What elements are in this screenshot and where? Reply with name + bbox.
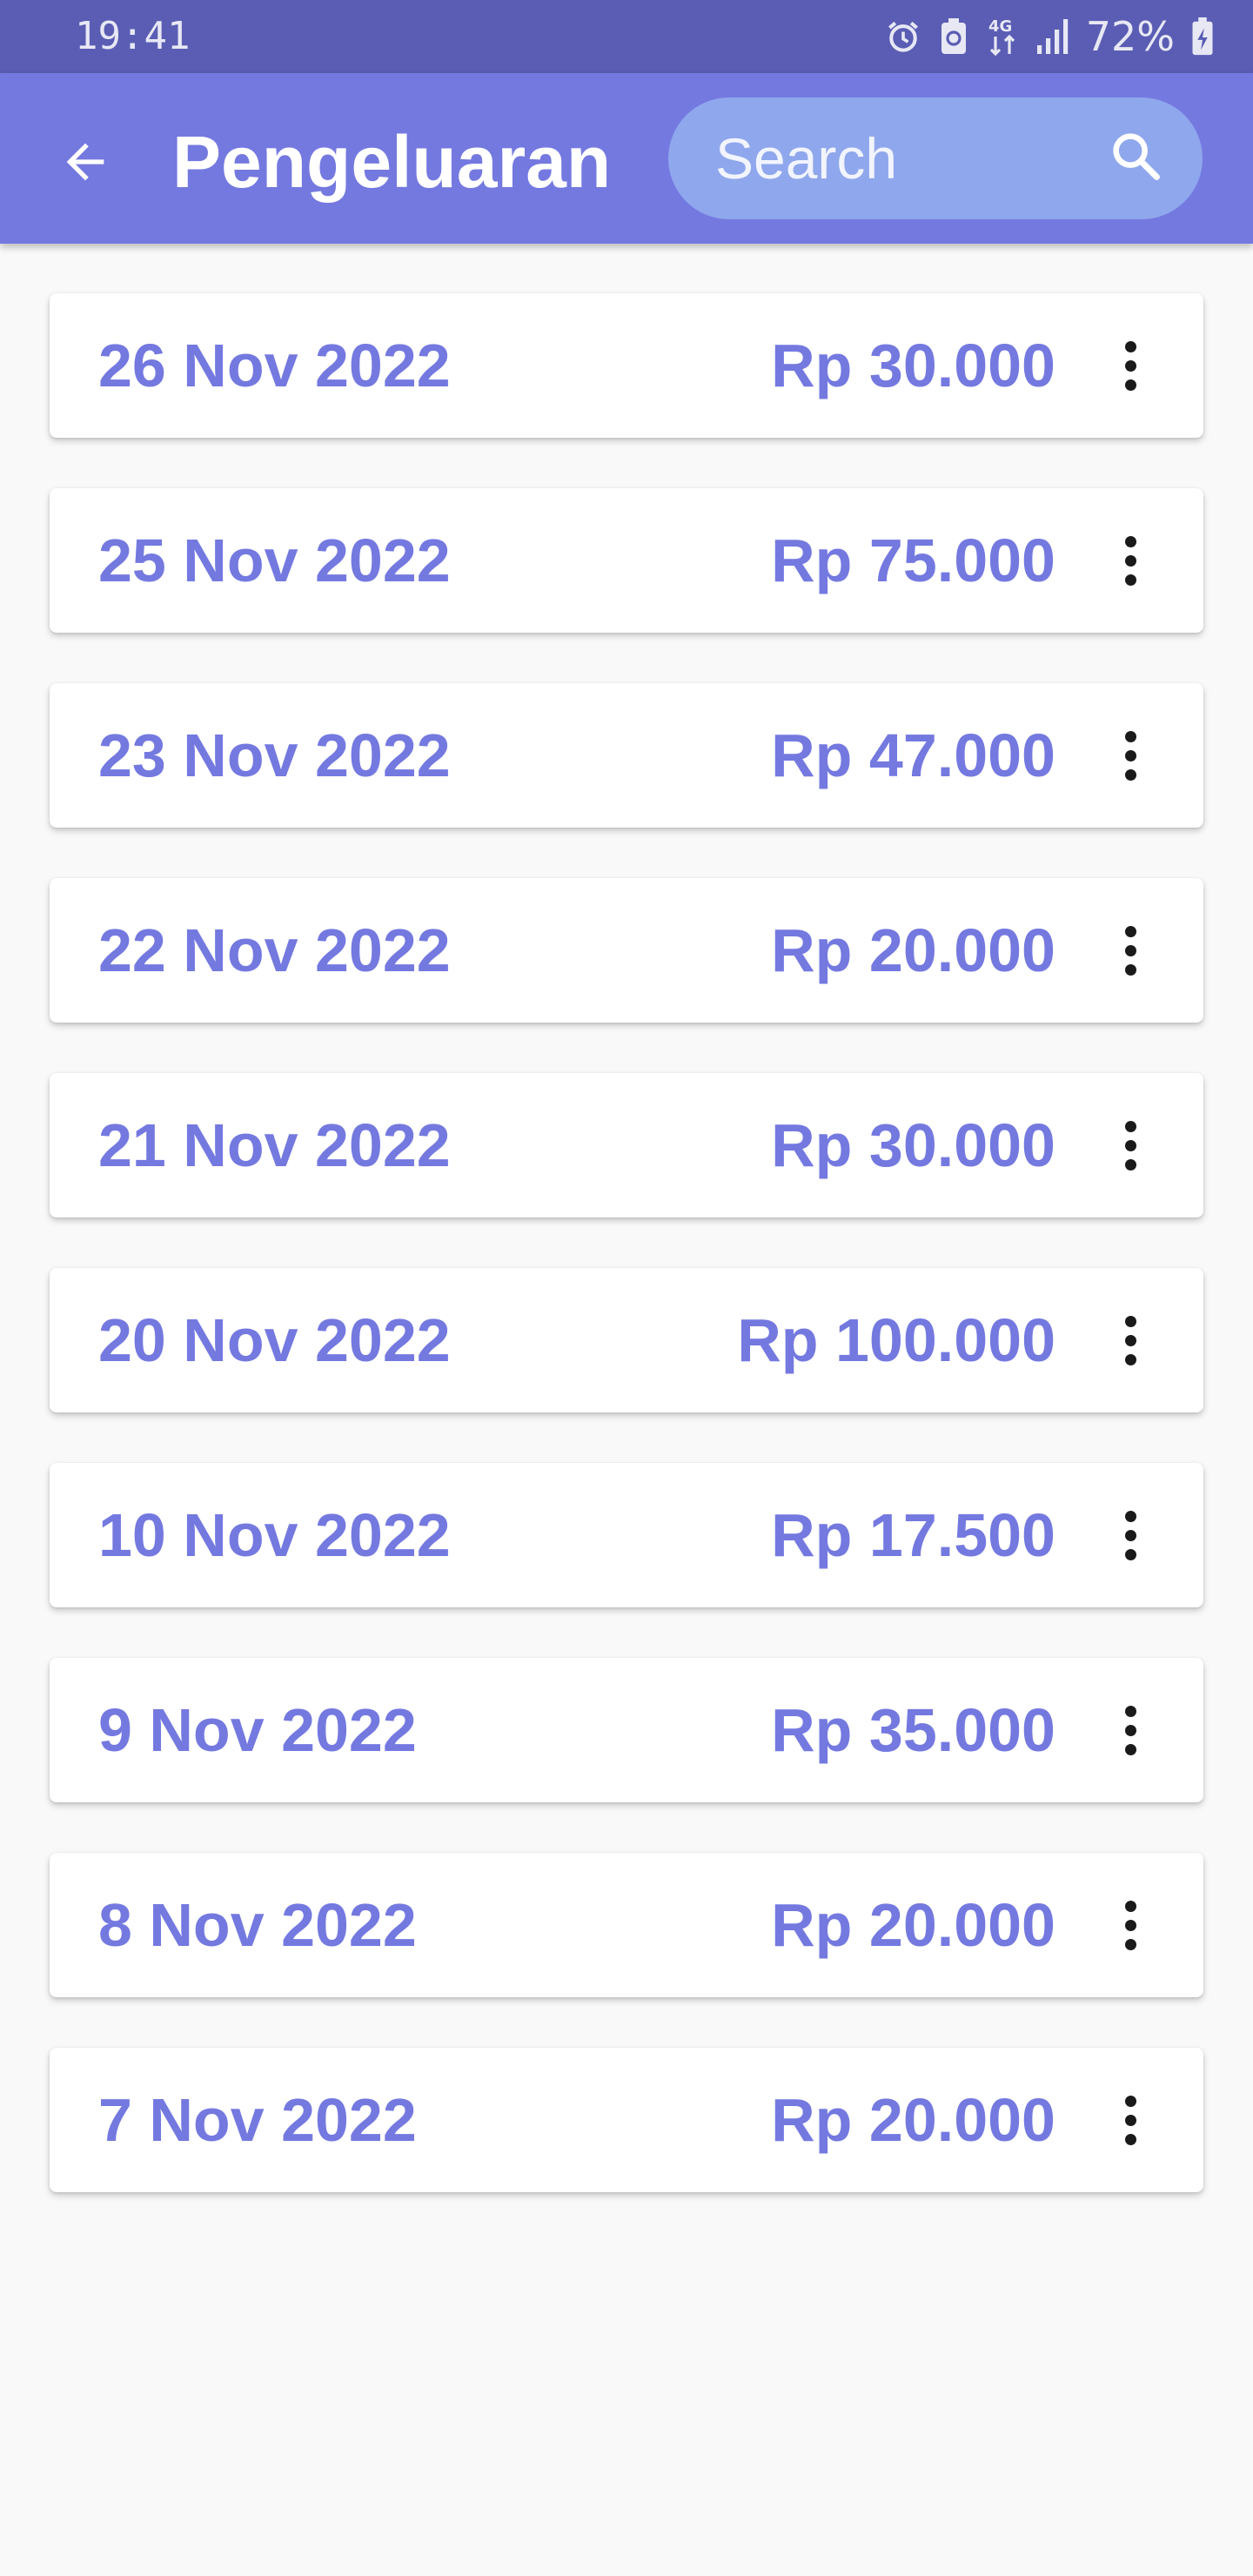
expense-list: 26 Nov 2022 Rp 30.000 25 Nov 2022 Rp 75.…: [50, 293, 1203, 2243]
expense-item[interactable]: 26 Nov 2022 Rp 30.000: [50, 293, 1203, 438]
status-icons: 4G 72%: [884, 14, 1215, 59]
expense-date: 10 Nov 2022: [98, 1501, 451, 1569]
battery-percent: 72%: [1085, 13, 1175, 60]
expense-date: 7 Nov 2022: [98, 2086, 417, 2154]
expense-item[interactable]: 7 Nov 2022 Rp 20.000: [50, 2048, 1203, 2192]
expense-date: 26 Nov 2022: [98, 332, 451, 399]
expense-date: 9 Nov 2022: [98, 1696, 417, 1764]
search-button[interactable]: [1105, 127, 1168, 190]
expense-date: 21 Nov 2022: [98, 1111, 451, 1179]
status-bar: 19:41 4G 72%: [0, 0, 1253, 73]
more-vert-icon[interactable]: [1096, 1890, 1165, 1960]
alarm-icon: [884, 17, 922, 56]
expense-amount: Rp 20.000: [771, 916, 1055, 984]
back-button[interactable]: [49, 127, 122, 200]
expense-date: 22 Nov 2022: [98, 916, 451, 984]
network-label: 4G: [988, 17, 1012, 36]
more-vert-icon[interactable]: [1096, 1500, 1165, 1570]
search-input[interactable]: [715, 124, 1063, 193]
expense-amount: Rp 17.500: [771, 1501, 1055, 1569]
network-4g-icon: 4G: [985, 16, 1020, 57]
expense-amount: Rp 30.000: [771, 332, 1055, 399]
expense-date: 25 Nov 2022: [98, 527, 451, 594]
expense-item[interactable]: 22 Nov 2022 Rp 20.000: [50, 878, 1203, 1023]
expense-amount: Rp 75.000: [771, 527, 1055, 594]
more-vert-icon[interactable]: [1096, 2085, 1165, 2155]
expense-amount: Rp 100.000: [737, 1306, 1055, 1374]
expense-date: 20 Nov 2022: [98, 1306, 451, 1374]
battery-charging-icon: [1190, 17, 1215, 57]
expense-item[interactable]: 20 Nov 2022 Rp 100.000: [50, 1268, 1203, 1412]
more-vert-icon[interactable]: [1096, 1305, 1165, 1375]
more-vert-icon[interactable]: [1096, 721, 1165, 790]
signal-icon: [1035, 17, 1070, 56]
more-vert-icon[interactable]: [1096, 526, 1165, 595]
expense-date: 23 Nov 2022: [98, 721, 451, 789]
expense-item[interactable]: 21 Nov 2022 Rp 30.000: [50, 1073, 1203, 1218]
status-time: 19:41: [75, 14, 191, 58]
expense-item[interactable]: 25 Nov 2022 Rp 75.000: [50, 488, 1203, 633]
search-box[interactable]: [668, 97, 1203, 219]
more-vert-icon[interactable]: [1096, 1695, 1165, 1765]
expense-date: 8 Nov 2022: [98, 1891, 417, 1959]
app-bar: Pengeluaran: [0, 73, 1253, 244]
expense-amount: Rp 47.000: [771, 721, 1055, 789]
expense-amount: Rp 30.000: [771, 1111, 1055, 1179]
page-title: Pengeluaran: [172, 121, 612, 203]
expense-item[interactable]: 23 Nov 2022 Rp 47.000: [50, 683, 1203, 828]
expense-item[interactable]: 9 Nov 2022 Rp 35.000: [50, 1658, 1203, 1802]
more-vert-icon[interactable]: [1096, 1110, 1165, 1180]
arrow-left-icon: [57, 134, 113, 194]
expense-item[interactable]: 10 Nov 2022 Rp 17.500: [50, 1463, 1203, 1607]
expense-amount: Rp 20.000: [771, 1891, 1055, 1959]
expense-item[interactable]: 8 Nov 2022 Rp 20.000: [50, 1853, 1203, 1997]
battery-saver-icon: [938, 17, 969, 56]
more-vert-icon[interactable]: [1096, 916, 1165, 985]
search-icon: [1108, 128, 1165, 190]
more-vert-icon[interactable]: [1096, 331, 1165, 400]
expense-amount: Rp 20.000: [771, 2086, 1055, 2154]
expense-amount: Rp 35.000: [771, 1696, 1055, 1764]
